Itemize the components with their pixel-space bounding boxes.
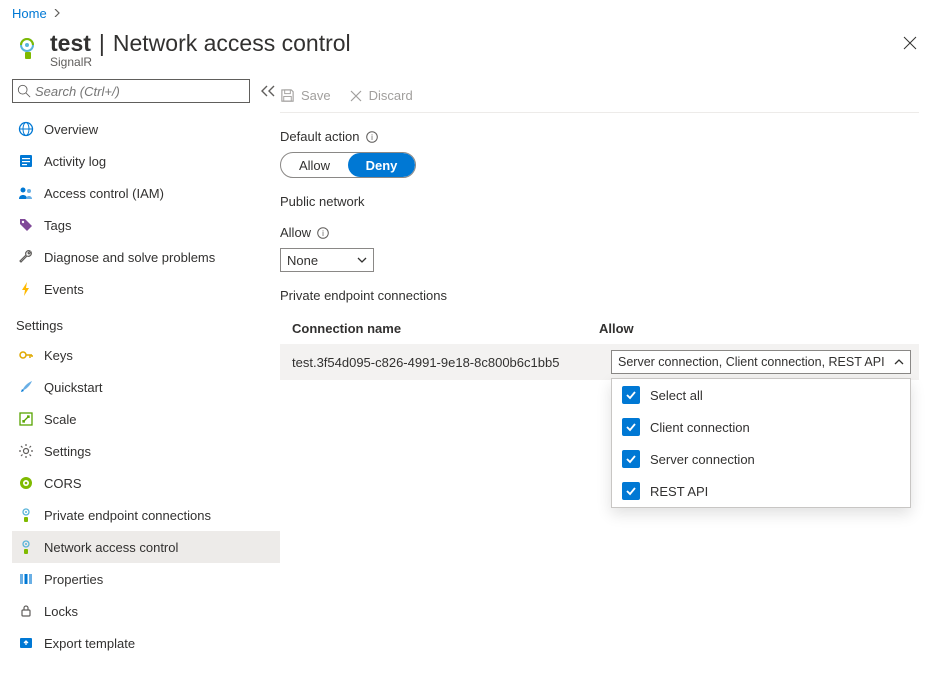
cors-icon — [16, 473, 36, 493]
chevron-up-icon — [894, 359, 904, 365]
nav-quickstart[interactable]: Quickstart — [12, 371, 280, 403]
nav-overview[interactable]: Overview — [12, 113, 280, 145]
close-icon[interactable] — [903, 36, 919, 52]
nav-activity-log[interactable]: Activity log — [12, 145, 280, 177]
lightning-icon — [16, 279, 36, 299]
default-action-toggle[interactable]: Allow Deny — [280, 152, 416, 178]
signalr-icon — [14, 36, 40, 62]
connection-name-cell: test.3f54d095-c826-4991-9e18-8c800b6c1bb… — [292, 355, 611, 370]
discard-icon — [349, 89, 363, 103]
nav-locks[interactable]: Locks — [12, 595, 280, 627]
sidebar: Overview Activity log Access control (IA… — [0, 79, 280, 659]
allow-option-client-connection[interactable]: Client connection — [612, 411, 910, 443]
allow-dropdown[interactable]: Server connection, Client connection, RE… — [611, 350, 911, 374]
checkbox-checked-icon — [622, 482, 640, 500]
discard-button[interactable]: Discard — [349, 88, 413, 103]
gear-icon — [16, 441, 36, 461]
table-header: Connection name Allow — [280, 313, 919, 344]
default-action-label: Default action i — [280, 129, 919, 144]
checkbox-checked-icon — [622, 450, 640, 468]
default-action-allow[interactable]: Allow — [281, 153, 348, 177]
wrench-icon — [16, 247, 36, 267]
save-icon — [280, 88, 295, 103]
nav-properties[interactable]: Properties — [12, 563, 280, 595]
breadcrumb-home[interactable]: Home — [12, 6, 47, 21]
breadcrumb: Home — [0, 0, 939, 24]
nav-tags[interactable]: Tags — [12, 209, 280, 241]
search-input[interactable] — [12, 79, 250, 103]
key-icon — [16, 345, 36, 365]
nav-export-template[interactable]: Export template — [12, 627, 280, 659]
chevron-right-icon — [53, 9, 61, 17]
network-access-icon — [16, 537, 36, 557]
public-allow-label: Allow i — [280, 225, 919, 240]
lock-icon — [16, 601, 36, 621]
default-action-deny[interactable]: Deny — [348, 153, 415, 177]
allow-option-select-all[interactable]: Select all — [612, 379, 910, 411]
chevron-down-icon — [357, 257, 367, 263]
tag-icon — [16, 215, 36, 235]
checkbox-checked-icon — [622, 418, 640, 436]
search-icon — [17, 84, 31, 98]
nav-events[interactable]: Events — [12, 273, 280, 305]
allow-option-rest-api[interactable]: REST API — [612, 475, 910, 507]
nav-cors[interactable]: CORS — [12, 467, 280, 499]
properties-icon — [16, 569, 36, 589]
table-row: test.3f54d095-c826-4991-9e18-8c800b6c1bb… — [280, 344, 919, 380]
export-icon — [16, 633, 36, 653]
nav-scale[interactable]: Scale — [12, 403, 280, 435]
page-title: test | Network access control — [50, 30, 903, 57]
nav-keys[interactable]: Keys — [12, 339, 280, 371]
allow-option-server-connection[interactable]: Server connection — [612, 443, 910, 475]
scale-icon — [16, 409, 36, 429]
rocket-icon — [16, 377, 36, 397]
nav-settings[interactable]: Settings — [12, 435, 280, 467]
log-icon — [16, 151, 36, 171]
public-network-heading: Public network — [280, 194, 919, 209]
page-subtitle: SignalR — [50, 55, 903, 69]
allow-dropdown-popup: Select all Client connection Server conn… — [611, 378, 911, 508]
collapse-sidebar-icon[interactable] — [256, 85, 280, 97]
nav-group-settings: Settings — [12, 311, 280, 339]
toolbar: Save Discard — [280, 79, 919, 113]
people-icon — [16, 183, 36, 203]
main-content: Save Discard Default action i Allow Deny — [280, 79, 939, 659]
info-icon[interactable]: i — [366, 131, 378, 143]
checkbox-checked-icon — [622, 386, 640, 404]
endpoint-icon — [16, 505, 36, 525]
globe-icon — [16, 119, 36, 139]
info-icon[interactable]: i — [317, 227, 329, 239]
save-button[interactable]: Save — [280, 88, 331, 103]
nav-access-control[interactable]: Access control (IAM) — [12, 177, 280, 209]
svg-text:i: i — [322, 229, 324, 238]
nav-private-endpoint[interactable]: Private endpoint connections — [12, 499, 280, 531]
svg-text:i: i — [371, 133, 373, 142]
nav-network-access-control[interactable]: Network access control — [12, 531, 280, 563]
private-endpoints-heading: Private endpoint connections — [280, 288, 919, 303]
public-allow-select[interactable]: None — [280, 248, 374, 272]
nav-diagnose[interactable]: Diagnose and solve problems — [12, 241, 280, 273]
page-header: test | Network access control SignalR — [0, 24, 939, 79]
